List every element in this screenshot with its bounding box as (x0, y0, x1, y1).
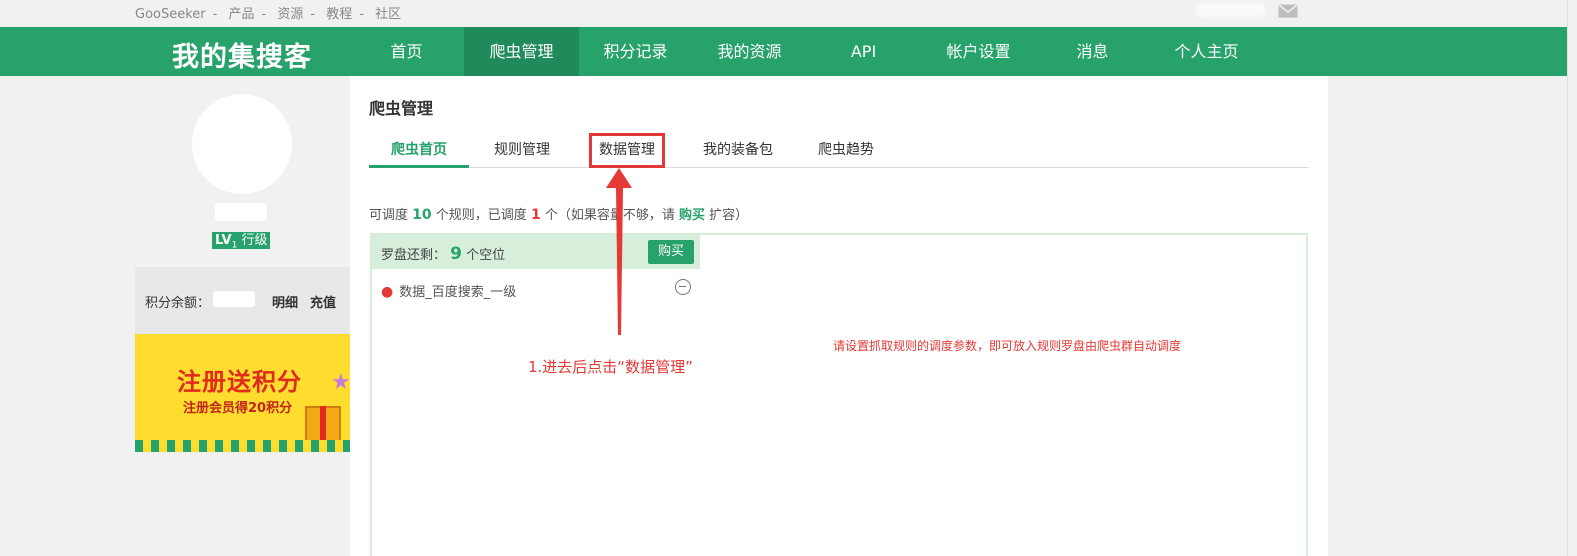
level-name: 行级 (241, 233, 268, 248)
nav-item-homepage[interactable]: 个人主页 (1149, 27, 1264, 76)
tab-data-management[interactable]: 数据管理 (589, 133, 665, 168)
scrollbar[interactable] (1567, 0, 1577, 556)
bullet-icon: ● (381, 284, 394, 300)
nav-item-api[interactable]: API (806, 27, 921, 76)
annotation-text: 1.进去后点击“数据管理” (528, 358, 693, 376)
gift-ribbon (320, 406, 326, 444)
top-link-resources[interactable]: 资源 (277, 7, 303, 22)
top-link-products[interactable]: 产品 (228, 7, 254, 22)
top-separator: - (310, 7, 316, 22)
list-item[interactable]: ● 数据_百度搜索_一级 (381, 281, 516, 300)
top-separator: - (359, 7, 364, 22)
tab-crawler-trends[interactable]: 爬虫趋势 (811, 133, 881, 168)
nav-item-home[interactable]: 首页 (349, 27, 464, 76)
level-badge: LV1 行级 (212, 232, 271, 251)
star-icon: ★ (331, 370, 350, 395)
register-bonus-banner[interactable]: 注册送积分 注册会员得20积分 ★ (135, 334, 350, 452)
banner-title: 注册送积分 (177, 368, 302, 396)
quota-text-3: 个（如果容量不够，请 (544, 208, 675, 223)
nav-item-messages[interactable]: 消息 (1035, 27, 1150, 76)
nav-item-points-record[interactable]: 积分记录 (578, 27, 693, 76)
top-separator: - (261, 7, 267, 22)
banner-subtitle: 注册会员得20积分 (183, 401, 293, 416)
quota-info: 可调度 10 个规则，已调度 1 个（如果容量不够，请 购买 扩容） (369, 204, 748, 223)
level-prefix: LV (215, 233, 232, 248)
compass-slot-bar: 罗盘还剩： 9 个空位 购买 (372, 235, 700, 269)
top-links: GooSeeker - 产品 - 资源 - 教程 - 社区 (135, 3, 401, 22)
remove-circle-icon[interactable] (675, 279, 691, 295)
level-sub: 1 (231, 240, 238, 251)
slots-unit: 个空位 (466, 248, 506, 263)
nav-item-crawler-management[interactable]: 爬虫管理 (464, 27, 579, 76)
compass-hint: 请设置抓取规则的调度参数，即可放入规则罗盘由爬虫群自动调度 (833, 339, 1182, 353)
nav-item-my-resources[interactable]: 我的资源 (692, 27, 807, 76)
username-blurred[interactable] (1196, 3, 1266, 17)
nav-item-account-settings[interactable]: 帐户设置 (921, 27, 1036, 76)
rule-name: 数据_百度搜索_一级 (399, 285, 517, 300)
points-details-link[interactable]: 明细 (272, 292, 298, 311)
tab-my-equipment[interactable]: 我的装备包 (698, 133, 778, 168)
quota-text-2: 个规则，已调度 (435, 208, 527, 223)
top-link-tutorials[interactable]: 教程 (326, 7, 352, 22)
quota-text-4: 扩容） (709, 208, 749, 223)
tab-rule-management[interactable]: 规则管理 (482, 133, 562, 168)
top-separator: - (212, 7, 218, 22)
avatar[interactable] (192, 94, 292, 194)
quota-total: 10 (412, 207, 432, 223)
username-blurred (215, 203, 267, 221)
mail-icon[interactable] (1278, 4, 1298, 18)
points-value-blurred (213, 291, 255, 307)
main-nav: 我的集搜客 首页 爬虫管理 积分记录 我的资源 API 帐户设置 消息 个人主页 (0, 27, 1567, 76)
sidebar: LV1 行级 积分余额： 明细 充值 注册送积分 注册会员得20积分 ★ (135, 76, 350, 556)
compass-buy-button[interactable]: 购买 (648, 240, 694, 264)
top-bar: GooSeeker - 产品 - 资源 - 教程 - 社区 (0, 0, 1577, 26)
quota-buy-link[interactable]: 购买 (679, 208, 705, 223)
slots-label: 罗盘还剩： (381, 248, 447, 263)
quota-text-1: 可调度 (369, 208, 409, 223)
tab-crawler-home[interactable]: 爬虫首页 (369, 133, 469, 168)
brand-title[interactable]: 我的集搜客 (172, 35, 312, 74)
sub-tabs: 爬虫首页 规则管理 数据管理 我的装备包 爬虫趋势 (369, 133, 1309, 168)
slots-count: 9 (450, 244, 462, 264)
top-link-community[interactable]: 社区 (375, 7, 401, 22)
top-link-gooseeker[interactable]: GooSeeker (135, 7, 206, 22)
recharge-link[interactable]: 充值 (310, 292, 336, 311)
banner-stripe (135, 440, 350, 452)
main-container: LV1 行级 积分余额： 明细 充值 注册送积分 注册会员得20积分 ★ 爬虫管… (135, 76, 1328, 556)
points-label: 积分余额： (145, 296, 211, 311)
quota-used: 1 (530, 207, 541, 223)
compass-slots-info: 罗盘还剩： 9 个空位 (381, 244, 505, 264)
rule-compass: 罗盘还剩： 9 个空位 购买 ● 数据_百度搜索_一级 请设置抓取规则的调度参数，… (370, 233, 1308, 556)
page-title: 爬虫管理 (369, 99, 434, 118)
points-balance-row: 积分余额： 明细 充值 (135, 267, 350, 334)
